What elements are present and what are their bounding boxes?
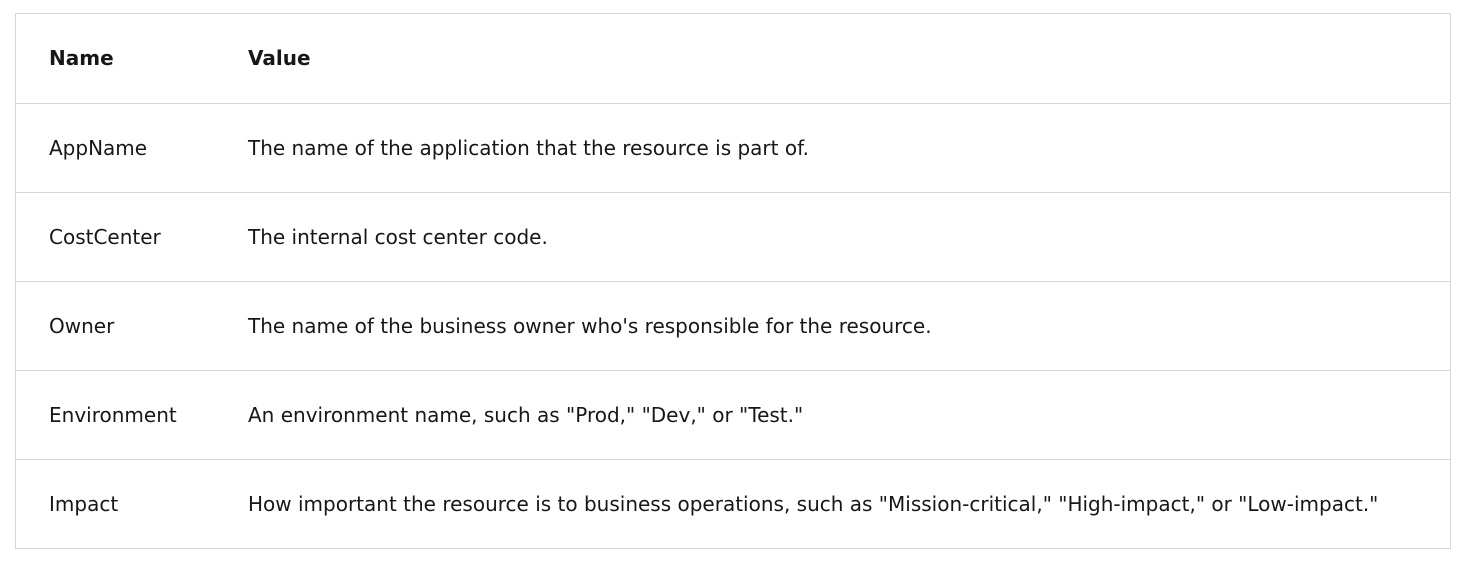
tag-name-cell: Owner <box>16 280 215 370</box>
table-row: CostCenter The internal cost center code… <box>16 191 1450 281</box>
tag-name-cell: CostCenter <box>16 191 215 281</box>
tags-table: Name Value AppName The name of the appli… <box>15 13 1451 549</box>
tag-name-cell: Environment <box>16 369 215 459</box>
table-row: Environment An environment name, such as… <box>16 369 1450 459</box>
table-row: AppName The name of the application that… <box>16 102 1450 192</box>
tag-value-cell: An environment name, such as "Prod," "De… <box>215 369 1450 459</box>
tag-value-cell: The internal cost center code. <box>215 191 1450 281</box>
tags-table-grid: Name Value AppName The name of the appli… <box>16 14 1450 548</box>
table-row: Owner The name of the business owner who… <box>16 280 1450 370</box>
table-header-row: Name Value <box>16 14 1450 103</box>
column-header-name: Name <box>49 46 114 71</box>
tag-value-cell: The name of the business owner who's res… <box>215 280 1450 370</box>
column-header-value: Value <box>248 46 311 71</box>
table-row: Impact How important the resource is to … <box>16 458 1450 548</box>
tag-value-cell: How important the resource is to busines… <box>215 458 1450 548</box>
tag-value-cell: The name of the application that the res… <box>215 102 1450 192</box>
tag-name-cell: AppName <box>16 102 215 192</box>
tag-name-cell: Impact <box>16 458 215 548</box>
